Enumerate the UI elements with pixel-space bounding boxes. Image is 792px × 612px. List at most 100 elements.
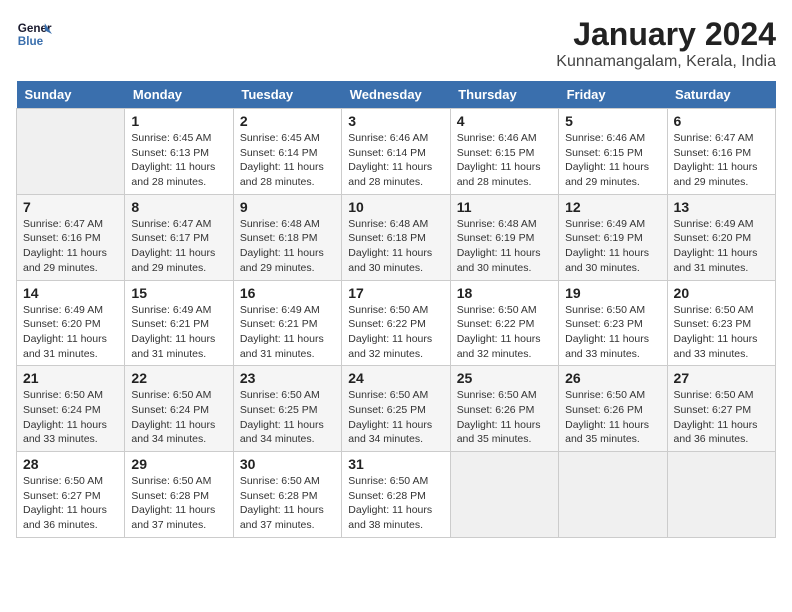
day-detail: Sunrise: 6:49 AMSunset: 6:20 PMDaylight:… — [674, 217, 769, 276]
day-detail: Sunrise: 6:48 AMSunset: 6:18 PMDaylight:… — [240, 217, 335, 276]
day-number: 7 — [23, 199, 118, 215]
calendar-cell: 17Sunrise: 6:50 AMSunset: 6:22 PMDayligh… — [342, 280, 450, 366]
svg-text:Blue: Blue — [18, 35, 44, 48]
week-row-4: 21 Sunrise: 6:50 AMSunset: 6:24 PMDayligh… — [17, 366, 776, 452]
day-number: 26 — [565, 370, 660, 386]
day-number: 29 — [131, 456, 226, 472]
calendar-cell: 21 Sunrise: 6:50 AMSunset: 6:24 PMDayligh… — [17, 366, 125, 452]
calendar-cell: 25 Sunrise: 6:50 AMSunset: 6:26 PMDayligh… — [450, 366, 558, 452]
calendar-cell: 13 Sunrise: 6:49 AMSunset: 6:20 PMDayligh… — [667, 194, 775, 280]
day-header-thursday: Thursday — [450, 81, 558, 109]
day-number: 23 — [240, 370, 335, 386]
logo: General Blue General Blue — [16, 16, 52, 52]
day-detail: Sunrise: 6:49 AMSunset: 6:20 PMDaylight:… — [23, 303, 118, 362]
calendar-cell: 31 Sunrise: 6:50 AMSunset: 6:28 PMDayligh… — [342, 452, 450, 538]
calendar-cell: 8 Sunrise: 6:47 AMSunset: 6:17 PMDaylight… — [125, 194, 233, 280]
calendar-cell — [17, 109, 125, 195]
day-number: 18 — [457, 285, 552, 301]
calendar-cell: 4Sunrise: 6:46 AMSunset: 6:15 PMDaylight… — [450, 109, 558, 195]
day-detail: Sunrise: 6:50 AMSunset: 6:28 PMDaylight:… — [348, 474, 443, 533]
day-detail: Sunrise: 6:50 AMSunset: 6:24 PMDaylight:… — [23, 388, 118, 447]
day-detail: Sunrise: 6:49 AMSunset: 6:21 PMDaylight:… — [240, 303, 335, 362]
day-header-saturday: Saturday — [667, 81, 775, 109]
day-detail: Sunrise: 6:47 AMSunset: 6:17 PMDaylight:… — [131, 217, 226, 276]
calendar-cell: 20Sunrise: 6:50 AMSunset: 6:23 PMDayligh… — [667, 280, 775, 366]
week-row-3: 14 Sunrise: 6:49 AMSunset: 6:20 PMDayligh… — [17, 280, 776, 366]
calendar-cell: 24 Sunrise: 6:50 AMSunset: 6:25 PMDayligh… — [342, 366, 450, 452]
calendar-cell: 6 Sunrise: 6:47 AMSunset: 6:16 PMDaylight… — [667, 109, 775, 195]
day-number: 2 — [240, 113, 335, 129]
day-number: 13 — [674, 199, 769, 215]
day-detail: Sunrise: 6:45 AMSunset: 6:13 PMDaylight:… — [131, 131, 226, 190]
day-detail: Sunrise: 6:47 AMSunset: 6:16 PMDaylight:… — [674, 131, 769, 190]
day-header-sunday: Sunday — [17, 81, 125, 109]
day-number: 9 — [240, 199, 335, 215]
day-number: 21 — [23, 370, 118, 386]
calendar-cell: 16 Sunrise: 6:49 AMSunset: 6:21 PMDayligh… — [233, 280, 341, 366]
day-header-row: SundayMondayTuesdayWednesdayThursdayFrid… — [17, 81, 776, 109]
day-detail: Sunrise: 6:50 AMSunset: 6:28 PMDaylight:… — [240, 474, 335, 533]
calendar-cell: 26 Sunrise: 6:50 AMSunset: 6:26 PMDayligh… — [559, 366, 667, 452]
day-number: 11 — [457, 199, 552, 215]
week-row-2: 7 Sunrise: 6:47 AMSunset: 6:16 PMDaylight… — [17, 194, 776, 280]
calendar-cell: 27Sunrise: 6:50 AMSunset: 6:27 PMDayligh… — [667, 366, 775, 452]
day-number: 10 — [348, 199, 443, 215]
day-detail: Sunrise: 6:50 AMSunset: 6:27 PMDaylight:… — [674, 388, 769, 447]
day-detail: Sunrise: 6:50 AMSunset: 6:23 PMDaylight:… — [565, 303, 660, 362]
day-detail: Sunrise: 6:50 AMSunset: 6:26 PMDaylight:… — [565, 388, 660, 447]
day-number: 28 — [23, 456, 118, 472]
day-detail: Sunrise: 6:50 AMSunset: 6:28 PMDaylight:… — [131, 474, 226, 533]
day-number: 16 — [240, 285, 335, 301]
day-number: 15 — [131, 285, 226, 301]
day-detail: Sunrise: 6:48 AMSunset: 6:19 PMDaylight:… — [457, 217, 552, 276]
day-detail: Sunrise: 6:46 AMSunset: 6:14 PMDaylight:… — [348, 131, 443, 190]
calendar-cell: 28Sunrise: 6:50 AMSunset: 6:27 PMDayligh… — [17, 452, 125, 538]
day-number: 24 — [348, 370, 443, 386]
day-number: 6 — [674, 113, 769, 129]
calendar-cell: 9 Sunrise: 6:48 AMSunset: 6:18 PMDaylight… — [233, 194, 341, 280]
day-number: 8 — [131, 199, 226, 215]
day-detail: Sunrise: 6:45 AMSunset: 6:14 PMDaylight:… — [240, 131, 335, 190]
logo-icon: General Blue — [16, 16, 52, 52]
calendar-cell — [667, 452, 775, 538]
calendar-cell: 23 Sunrise: 6:50 AMSunset: 6:25 PMDayligh… — [233, 366, 341, 452]
day-number: 31 — [348, 456, 443, 472]
calendar-cell: 11 Sunrise: 6:48 AMSunset: 6:19 PMDayligh… — [450, 194, 558, 280]
calendar-cell: 19 Sunrise: 6:50 AMSunset: 6:23 PMDayligh… — [559, 280, 667, 366]
calendar-cell: 1Sunrise: 6:45 AMSunset: 6:13 PMDaylight… — [125, 109, 233, 195]
day-detail: Sunrise: 6:47 AMSunset: 6:16 PMDaylight:… — [23, 217, 118, 276]
calendar-cell: 3 Sunrise: 6:46 AMSunset: 6:14 PMDaylight… — [342, 109, 450, 195]
day-number: 22 — [131, 370, 226, 386]
calendar-cell: 30 Sunrise: 6:50 AMSunset: 6:28 PMDayligh… — [233, 452, 341, 538]
calendar-cell: 10 Sunrise: 6:48 AMSunset: 6:18 PMDayligh… — [342, 194, 450, 280]
calendar-title: January 2024 — [556, 16, 776, 53]
day-number: 3 — [348, 113, 443, 129]
day-number: 4 — [457, 113, 552, 129]
day-header-tuesday: Tuesday — [233, 81, 341, 109]
calendar-cell: 12Sunrise: 6:49 AMSunset: 6:19 PMDayligh… — [559, 194, 667, 280]
day-detail: Sunrise: 6:50 AMSunset: 6:24 PMDaylight:… — [131, 388, 226, 447]
day-detail: Sunrise: 6:50 AMSunset: 6:23 PMDaylight:… — [674, 303, 769, 362]
day-detail: Sunrise: 6:48 AMSunset: 6:18 PMDaylight:… — [348, 217, 443, 276]
day-header-friday: Friday — [559, 81, 667, 109]
page-header: General Blue General Blue January 2024 K… — [16, 16, 776, 71]
calendar-cell: 2 Sunrise: 6:45 AMSunset: 6:14 PMDaylight… — [233, 109, 341, 195]
day-detail: Sunrise: 6:46 AMSunset: 6:15 PMDaylight:… — [565, 131, 660, 190]
day-number: 25 — [457, 370, 552, 386]
day-detail: Sunrise: 6:49 AMSunset: 6:19 PMDaylight:… — [565, 217, 660, 276]
week-row-5: 28Sunrise: 6:50 AMSunset: 6:27 PMDayligh… — [17, 452, 776, 538]
calendar-cell: 22 Sunrise: 6:50 AMSunset: 6:24 PMDayligh… — [125, 366, 233, 452]
calendar-cell — [559, 452, 667, 538]
day-number: 30 — [240, 456, 335, 472]
day-detail: Sunrise: 6:50 AMSunset: 6:22 PMDaylight:… — [457, 303, 552, 362]
day-number: 14 — [23, 285, 118, 301]
calendar-cell: 7 Sunrise: 6:47 AMSunset: 6:16 PMDaylight… — [17, 194, 125, 280]
calendar-cell: 15Sunrise: 6:49 AMSunset: 6:21 PMDayligh… — [125, 280, 233, 366]
week-row-1: 1Sunrise: 6:45 AMSunset: 6:13 PMDaylight… — [17, 109, 776, 195]
day-number: 19 — [565, 285, 660, 301]
day-detail: Sunrise: 6:50 AMSunset: 6:25 PMDaylight:… — [348, 388, 443, 447]
day-detail: Sunrise: 6:50 AMSunset: 6:25 PMDaylight:… — [240, 388, 335, 447]
calendar-cell: 18 Sunrise: 6:50 AMSunset: 6:22 PMDayligh… — [450, 280, 558, 366]
calendar-cell: 14 Sunrise: 6:49 AMSunset: 6:20 PMDayligh… — [17, 280, 125, 366]
day-detail: Sunrise: 6:50 AMSunset: 6:26 PMDaylight:… — [457, 388, 552, 447]
